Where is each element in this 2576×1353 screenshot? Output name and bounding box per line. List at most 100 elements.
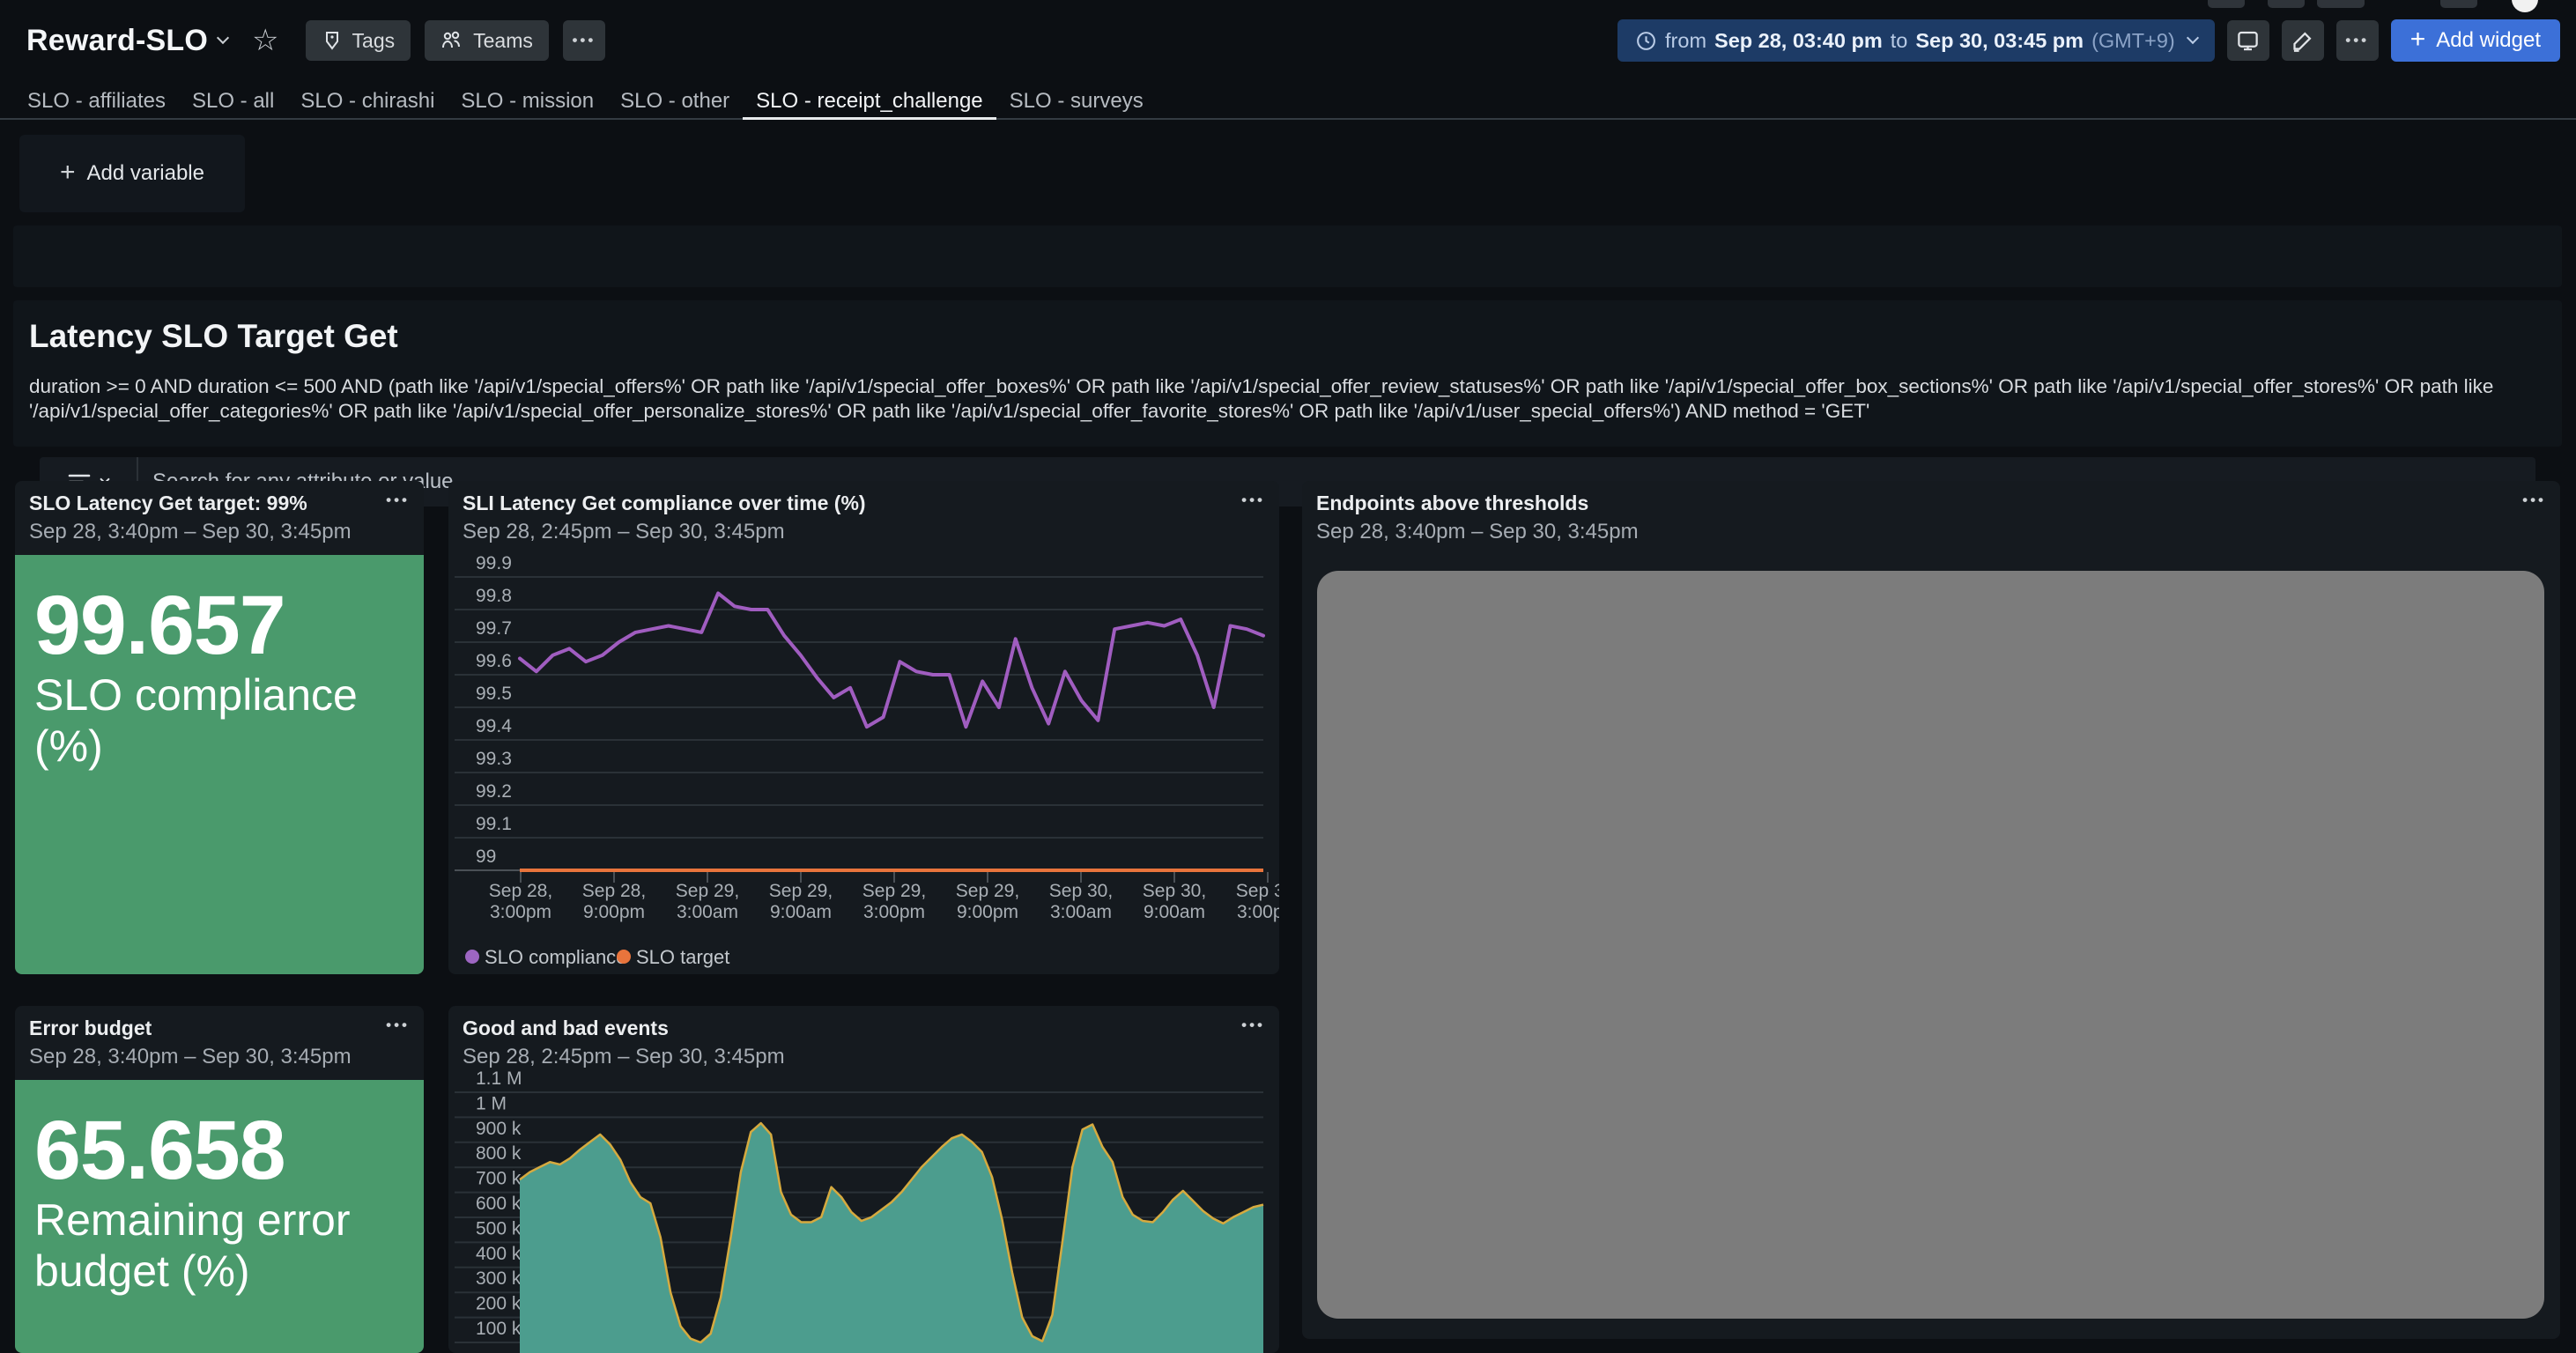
teams-button[interactable]: Teams — [425, 20, 549, 61]
widget-title: SLO Latency Get target: 99% — [29, 492, 307, 515]
tags-button-label: Tags — [352, 29, 396, 53]
slo-compliance-label: SLO compliance (%) — [34, 669, 396, 772]
widget-subtitle: Sep 28, 3:40pm – Sep 30, 3:45pm — [29, 1045, 352, 1069]
widget-slo-latency-target: SLO Latency Get target: 99% Sep 28, 3:40… — [15, 481, 424, 974]
dashboard-tab-1[interactable]: SLO - all — [179, 85, 287, 118]
cutoff-toolbar-stub — [2317, 0, 2365, 8]
tags-button[interactable]: Tags — [306, 20, 411, 61]
time-range-timezone: (GMT+9) — [2091, 29, 2175, 53]
add-widget-label: Add widget — [2436, 28, 2541, 53]
svg-text:Sep 29,3:00pm: Sep 29,3:00pm — [862, 881, 926, 922]
svg-text:Sep 28,3:00pm: Sep 28,3:00pm — [489, 881, 552, 922]
dashboard-title-menu[interactable]: Reward-SLO — [26, 24, 227, 58]
svg-text:99.9: 99.9 — [476, 553, 512, 573]
clock-icon — [1635, 30, 1657, 52]
widget-title: Endpoints above thresholds — [1316, 492, 1588, 515]
add-variable-label: Add variable — [87, 161, 204, 186]
slo-group-panel: Latency SLO Target Get duration >= 0 AND… — [13, 300, 2562, 447]
error-budget-label: Remaining error budget (%) — [34, 1194, 396, 1297]
svg-text:99.4: 99.4 — [476, 716, 512, 736]
dashboard-tab-2[interactable]: SLO - chirashi — [287, 85, 448, 118]
plus-icon: + — [60, 159, 76, 186]
pencil-icon — [2291, 29, 2314, 53]
cutoff-toolbar-stub — [2440, 0, 2477, 8]
widget-subtitle: Sep 28, 3:40pm – Sep 30, 3:45pm — [1316, 520, 1639, 544]
avatar[interactable] — [2512, 0, 2538, 12]
svg-text:800 k: 800 k — [476, 1143, 522, 1164]
good-bad-events-area-chart[interactable]: 1.1 M 1 M 900 k 800 k 700 k 600 k 500 k 400 k 30… — [448, 1006, 1279, 1353]
ellipsis-icon: ••• — [2345, 32, 2369, 49]
star-icon[interactable]: ☆ — [252, 26, 278, 55]
svg-text:Sep 29,9:00pm: Sep 29,9:00pm — [956, 881, 1019, 922]
error-budget-tile: 65.658 Remaining error budget (%) — [15, 1080, 424, 1353]
widget-menu-button[interactable]: ••• — [386, 1017, 410, 1034]
svg-text:1 M: 1 M — [476, 1093, 507, 1113]
cutoff-toolbar-stub — [2208, 0, 2245, 8]
svg-text:1.1 M: 1.1 M — [476, 1068, 522, 1089]
svg-text:Sep 30,9:00am: Sep 30,9:00am — [1143, 881, 1206, 922]
time-range-prefix: from — [1665, 29, 1706, 53]
svg-text:Sep 30,3:00pm: Sep 30,3:00pm — [1236, 881, 1279, 922]
widget-menu-button[interactable]: ••• — [386, 492, 410, 509]
svg-text:300 k: 300 k — [476, 1268, 522, 1289]
widget-endpoints-above-thresholds: Endpoints above thresholds Sep 28, 3:40p… — [1302, 481, 2560, 1339]
tv-mode-button[interactable] — [2227, 20, 2269, 61]
monitor-icon — [2236, 29, 2260, 53]
slo-compliance-tile: 99.657 SLO compliance (%) — [15, 555, 424, 974]
time-range-picker[interactable]: from Sep 28, 03:40 pm to Sep 30, 03:45 p… — [1617, 19, 2215, 62]
widget-sli-compliance-chart: SLI Latency Get compliance over time (%)… — [448, 481, 1279, 974]
svg-text:700 k: 700 k — [476, 1169, 522, 1189]
svg-text:99.1: 99.1 — [476, 814, 512, 834]
dashboard-tab-bar: SLO - affiliatesSLO - allSLO - chirashiS… — [0, 85, 2576, 120]
dashboard-tab-5[interactable]: SLO - receipt_challenge — [743, 85, 996, 118]
svg-text:400 k: 400 k — [476, 1244, 522, 1264]
teams-button-label: Teams — [473, 29, 533, 53]
ellipsis-icon: ••• — [572, 32, 596, 49]
group-query-text: duration >= 0 AND duration <= 500 AND (p… — [29, 374, 2545, 423]
svg-text:600 k: 600 k — [476, 1194, 522, 1214]
widget-menu-button[interactable]: ••• — [2522, 492, 2546, 509]
svg-text:99.6: 99.6 — [476, 651, 512, 671]
time-range-to: to — [1891, 29, 1908, 53]
group-title: Latency SLO Target Get — [29, 318, 398, 355]
dashboard-tab-3[interactable]: SLO - mission — [448, 85, 607, 118]
page-title: Reward-SLO — [26, 24, 208, 58]
add-widget-button[interactable]: + Add widget — [2391, 19, 2560, 62]
cutoff-toolbar-stub — [2268, 0, 2305, 8]
svg-text:900 k: 900 k — [476, 1119, 522, 1139]
dashboard-tab-6[interactable]: SLO - surveys — [996, 85, 1157, 118]
svg-text:99.8: 99.8 — [476, 586, 512, 606]
svg-text:99.2: 99.2 — [476, 781, 512, 802]
dashboard-tab-0[interactable]: SLO - affiliates — [14, 85, 179, 118]
svg-text:Sep 29,3:00am: Sep 29,3:00am — [676, 881, 739, 922]
header-left: Reward-SLO ☆ Tags Teams ••• — [26, 19, 605, 62]
teams-icon — [440, 30, 463, 51]
svg-text:99.7: 99.7 — [476, 618, 512, 639]
widget-good-bad-events: Good and bad events Sep 28, 2:45pm – Sep… — [448, 1006, 1279, 1353]
svg-text:Sep 29,9:00am: Sep 29,9:00am — [769, 881, 833, 922]
svg-text:Sep 28,9:00pm: Sep 28,9:00pm — [582, 881, 646, 922]
sli-compliance-line-chart[interactable]: 99.999.899.799.699.599.499.399.299.199Se… — [448, 481, 1279, 974]
svg-text:99.3: 99.3 — [476, 749, 512, 769]
toolbar-more-button[interactable]: ••• — [2336, 20, 2379, 61]
add-variable-button[interactable]: + Add variable — [19, 135, 245, 212]
slo-compliance-value: 99.657 — [34, 578, 285, 674]
widget-subtitle: Sep 28, 3:40pm – Sep 30, 3:45pm — [29, 520, 352, 544]
plus-icon: + — [2410, 26, 2426, 53]
svg-text:99.5: 99.5 — [476, 684, 512, 704]
svg-text:500 k: 500 k — [476, 1218, 522, 1238]
widget-error-budget: Error budget Sep 28, 3:40pm – Sep 30, 3:… — [15, 1006, 424, 1353]
svg-text:200 k: 200 k — [476, 1294, 522, 1314]
svg-text:SLO target: SLO target — [636, 946, 729, 968]
header-right: from Sep 28, 03:40 pm to Sep 30, 03:45 p… — [1617, 19, 2560, 62]
redacted-content-placeholder — [1317, 571, 2544, 1319]
error-budget-value: 65.658 — [34, 1103, 285, 1199]
svg-text:Sep 30,3:00am: Sep 30,3:00am — [1049, 881, 1113, 922]
dashboard-tab-4[interactable]: SLO - other — [607, 85, 743, 118]
edit-button[interactable] — [2282, 20, 2324, 61]
chevron-down-icon — [217, 32, 229, 44]
template-variable-bar — [13, 226, 2562, 287]
svg-text:SLO compliance: SLO compliance — [485, 946, 626, 968]
header-more-button[interactable]: ••• — [563, 20, 605, 61]
time-range-start: Sep 28, 03:40 pm — [1714, 29, 1883, 53]
